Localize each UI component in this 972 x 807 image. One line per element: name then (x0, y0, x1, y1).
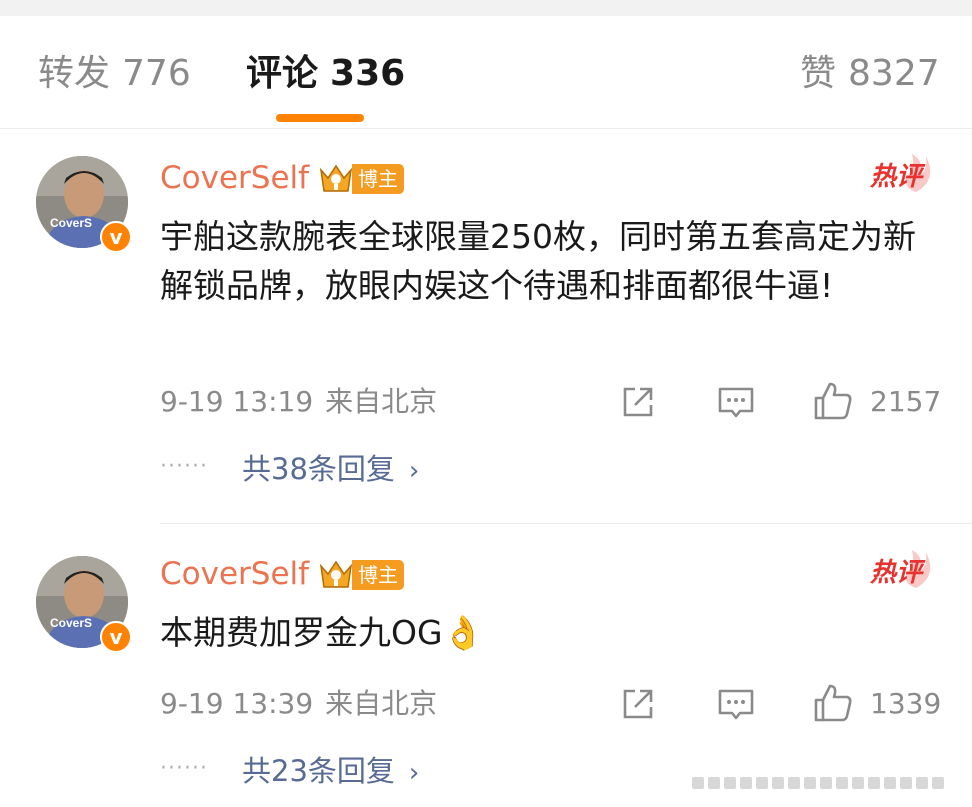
verified-icon: v (100, 621, 132, 653)
view-replies-label: 共38条回复 (242, 452, 395, 486)
comment-button[interactable] (716, 684, 756, 724)
tab-reposts-count: 776 (122, 53, 191, 94)
reply-dots: ······ (160, 454, 208, 479)
share-button[interactable] (618, 684, 658, 724)
like-count: 2157 (870, 385, 942, 418)
tab-reposts[interactable]: 转发 776 (38, 52, 191, 96)
view-replies-link[interactable]: 共23条回复 › (242, 752, 419, 792)
comment-icon (718, 689, 754, 720)
chevron-right-icon: › (408, 758, 420, 788)
share-icon (623, 689, 653, 719)
chevron-right-icon: › (408, 456, 420, 486)
hot-comment-label: 热评 (870, 558, 923, 588)
author-badge: 博主 (352, 164, 404, 194)
hot-comment-label: 热评 (870, 162, 923, 192)
tab-comments[interactable]: 评论 336 (246, 52, 405, 96)
reply-dots: ······ (160, 756, 208, 781)
like-button[interactable] (812, 380, 854, 420)
status-strip (0, 0, 972, 16)
author-badge: 博主 (352, 560, 404, 590)
like-icon (814, 382, 852, 420)
comment-text: 本期费加罗金九OG👌 (160, 613, 484, 652)
share-icon (623, 387, 653, 417)
comment-text: 宇舶这款腕表全球限量250枚，同时第五套高定为新解锁品牌，放眼内娱这个待遇和排面… (160, 217, 916, 305)
tab-reposts-label: 转发 (38, 53, 111, 94)
comment-meta: 9-19 13:39 来自北京 (160, 686, 437, 722)
comment-username[interactable]: CoverSelf (160, 554, 309, 594)
comment-location: 来自北京 (325, 687, 438, 720)
comment-location: 来自北京 (325, 385, 438, 418)
comment-username[interactable]: CoverSelf (160, 158, 309, 198)
active-tab-indicator (276, 114, 364, 122)
view-replies-link[interactable]: 共38条回复 › (242, 450, 419, 490)
avatar-caption: CoverS (50, 216, 92, 230)
watermark (692, 777, 944, 789)
comment-meta: 9-19 13:19 来自北京 (160, 384, 437, 420)
tab-likes-label: 赞 (800, 53, 837, 94)
comment-icon (718, 387, 754, 418)
hot-comment-icon: 热评 (868, 548, 936, 594)
share-button[interactable] (618, 382, 658, 422)
like-button[interactable] (812, 682, 854, 722)
like-count: 1339 (870, 687, 942, 720)
tab-comments-label: 评论 (246, 53, 319, 94)
hot-comment-icon: 热评 (868, 152, 936, 198)
tab-likes-count: 8327 (848, 53, 940, 94)
avatar-caption: CoverS (50, 616, 92, 630)
tabs-divider (0, 128, 972, 129)
like-icon (814, 684, 852, 722)
comment-time: 9-19 13:19 (160, 385, 314, 418)
comment-time: 9-19 13:39 (160, 687, 314, 720)
comment-button[interactable] (716, 382, 756, 422)
tab-likes[interactable]: 赞 8327 (800, 52, 940, 96)
verified-icon: v (100, 221, 132, 253)
crown-icon (319, 164, 353, 192)
view-replies-label: 共23条回复 (242, 754, 395, 788)
comment-divider (160, 523, 972, 524)
tab-bar: 转发 776 评论 336 赞 8327 (0, 16, 972, 128)
crown-icon (319, 560, 353, 588)
tab-comments-count: 336 (330, 53, 406, 94)
